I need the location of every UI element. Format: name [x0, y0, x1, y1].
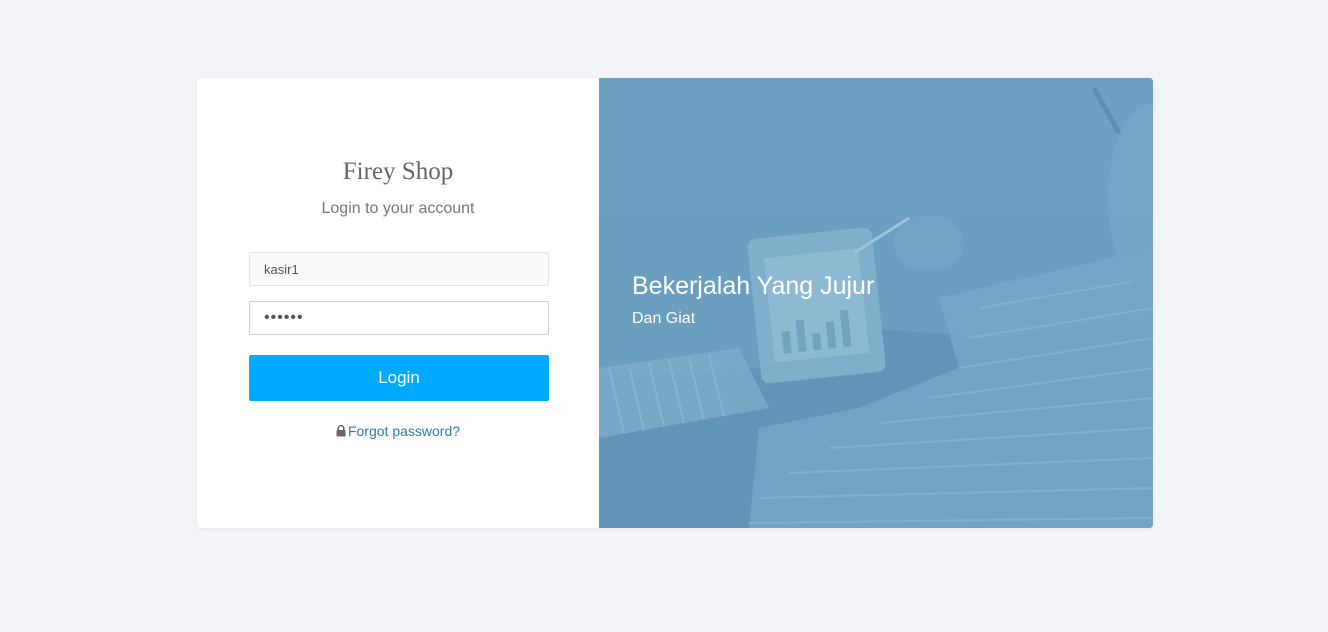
login-button[interactable]: Login	[249, 355, 549, 401]
password-input[interactable]	[249, 301, 549, 335]
hero-subtitle: Dan Giat	[632, 310, 696, 327]
forgot-password-link[interactable]: Forgot password?	[336, 423, 460, 439]
lock-icon	[336, 424, 346, 440]
username-input[interactable]	[249, 252, 549, 286]
forgot-password-row: Forgot password?	[197, 423, 599, 440]
hero-title: Bekerjalah Yang Jujur	[632, 272, 875, 300]
brand-title: Firey Shop	[342, 158, 454, 185]
login-card: Firey Shop Login to your account Login F…	[197, 78, 1153, 528]
login-panel: Firey Shop Login to your account Login F…	[197, 78, 599, 528]
login-subtitle: Login to your account	[321, 200, 475, 217]
forgot-password-label: Forgot password?	[347, 423, 461, 439]
hero-panel: Bekerjalah Yang Jujur Dan Giat	[599, 78, 1153, 528]
hero-background-image	[599, 78, 1153, 528]
